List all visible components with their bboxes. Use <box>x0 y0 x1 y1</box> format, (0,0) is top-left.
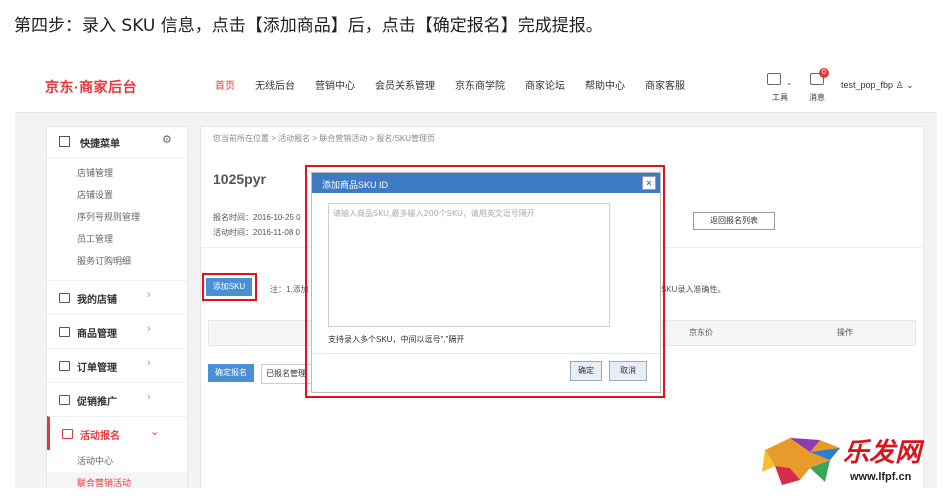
sidebar-section-label: 订单管理 <box>77 363 117 374</box>
sidebar-item-serial-rules[interactable]: 序列号规则管理 <box>47 206 187 228</box>
nav-marketing-center[interactable]: 营销中心 <box>305 62 365 112</box>
quick-menu-label: 快捷菜单 <box>80 139 120 150</box>
order-icon <box>59 361 70 371</box>
tools-menu[interactable]: ⌄ 工具 <box>760 72 800 103</box>
activity-name: 1025pyr <box>213 171 266 187</box>
product-icon <box>59 327 70 337</box>
sidebar-section-orders[interactable]: 订单管理 › <box>47 348 187 382</box>
add-sku-dialog: 添加商品SKU ID × 支持录入多个SKU，中间以逗号","隔开 确定 取消 <box>311 172 661 393</box>
username: test_pop_fbp <box>841 80 894 90</box>
jd-merchant-logo[interactable]: 京东·商家后台 <box>45 77 137 97</box>
watermark-url: www.lfpf.cn <box>850 471 912 483</box>
nav-member-management[interactable]: 会员关系管理 <box>365 62 445 112</box>
sidebar-section-activity-signup[interactable]: 活动报名 ⌄ <box>47 416 187 450</box>
messages-label: 消息 <box>809 93 825 102</box>
instruction-caption: 第四步：录入 SKU 信息，点击【添加商品】后，点击【确定报名】完成提报。 <box>14 16 603 36</box>
nav-home[interactable]: 首页 <box>205 62 245 112</box>
nav-mobile-admin[interactable]: 无线后台 <box>245 62 305 112</box>
watermark-text: 乐发网 <box>843 438 922 468</box>
bull-logo-icon <box>762 438 840 485</box>
grid-icon <box>59 136 70 147</box>
dialog-title-bar[interactable]: 添加商品SKU ID × <box>312 173 660 193</box>
app-screenshot: 京东·商家后台 首页 无线后台 营销中心 会员关系管理 京东商学院 商家论坛 帮… <box>15 62 937 488</box>
sidebar-item-staff-management[interactable]: 员工管理 <box>47 228 187 250</box>
activity-time: 活动时间：2016-11-08 0 <box>213 228 300 237</box>
back-to-signup-list-button[interactable]: 返回报名列表 <box>693 212 775 230</box>
sidebar-section-label: 商品管理 <box>77 329 117 340</box>
dialog-title: 添加商品SKU ID <box>322 180 389 190</box>
nav-merchant-service[interactable]: 商家客服 <box>635 62 695 112</box>
column-jd-price: 京东价 <box>689 328 713 337</box>
user-icon: ♙ <box>895 80 907 90</box>
sidebar-item-joint-marketing[interactable]: 联合营销活动 <box>47 472 187 488</box>
sidebar-section-label: 活动报名 <box>80 431 120 442</box>
column-actions: 操作 <box>837 328 853 337</box>
message-count-badge: 0 <box>819 68 829 78</box>
sku-id-input[interactable] <box>328 203 610 327</box>
dialog-cancel-button[interactable]: 取消 <box>609 361 647 381</box>
chevron-right-icon: › <box>147 323 151 335</box>
toolbox-icon <box>767 73 782 85</box>
nav-help-center[interactable]: 帮助中心 <box>575 62 635 112</box>
activity-icon <box>62 429 73 439</box>
note-text: 注：1.添加 <box>270 285 309 294</box>
sidebar-section-my-store[interactable]: 我的店铺 › <box>47 280 187 314</box>
sidebar-section-label: 促销推广 <box>77 397 117 408</box>
sidebar-item-store-management[interactable]: 店铺管理 <box>47 162 187 184</box>
main-nav: 首页 无线后台 营销中心 会员关系管理 京东商学院 商家论坛 帮助中心 商家客服 <box>205 62 695 112</box>
chevron-down-icon: ⌄ <box>906 80 914 90</box>
sidebar-item-activity-center[interactable]: 活动中心 <box>47 450 187 472</box>
sidebar-section-promotion[interactable]: 促销推广 › <box>47 382 187 416</box>
chevron-down-icon: ⌄ <box>785 78 793 87</box>
watermark: 乐发网 www.lfpf.cn <box>760 430 940 495</box>
tools-label: 工具 <box>772 93 788 102</box>
chevron-right-icon: › <box>147 289 151 301</box>
store-icon <box>59 293 70 303</box>
breadcrumb: 您当前所在位置 > 活动报名 > 联合营销活动 > 报名/SKU管理页 <box>213 134 436 143</box>
dialog-footer-divider <box>312 353 660 354</box>
signup-time: 报名时间：2016-10-25 0 <box>213 213 301 222</box>
messages-menu[interactable]: 0 消息 <box>802 68 832 103</box>
sidebar-section-products[interactable]: 商品管理 › <box>47 314 187 348</box>
sidebar: 快捷菜单 ⚙ 店铺管理 店铺设置 序列号规则管理 员工管理 服务订购明细 我的店… <box>46 126 188 488</box>
chevron-down-icon: ⌄ <box>150 426 160 438</box>
chevron-right-icon: › <box>147 357 151 369</box>
close-icon[interactable]: × <box>642 176 656 190</box>
sidebar-item-store-settings[interactable]: 店铺设置 <box>47 184 187 206</box>
quick-menu-header[interactable]: 快捷菜单 ⚙ <box>47 127 187 158</box>
note-text-tail: SKU录入准确性。 <box>661 285 726 294</box>
sidebar-section-label: 我的店铺 <box>77 295 117 306</box>
add-sku-highlight-box <box>202 273 257 301</box>
sidebar-item-service-orders[interactable]: 服务订购明细 <box>47 250 187 272</box>
confirm-signup-button[interactable]: 确定报名 <box>208 364 254 382</box>
nav-merchant-forum[interactable]: 商家论坛 <box>515 62 575 112</box>
input-hint: 支持录入多个SKU，中间以逗号","隔开 <box>328 335 465 344</box>
top-navigation-bar: 京东·商家后台 首页 无线后台 营销中心 会员关系管理 京东商学院 商家论坛 帮… <box>15 62 937 113</box>
chevron-right-icon: › <box>147 391 151 403</box>
promotion-icon <box>59 395 70 405</box>
dialog-confirm-button[interactable]: 确定 <box>570 361 602 381</box>
user-menu[interactable]: test_pop_fbp ♙ ⌄ <box>841 80 914 91</box>
nav-jd-academy[interactable]: 京东商学院 <box>445 62 515 112</box>
gear-icon[interactable]: ⚙ <box>162 133 172 146</box>
